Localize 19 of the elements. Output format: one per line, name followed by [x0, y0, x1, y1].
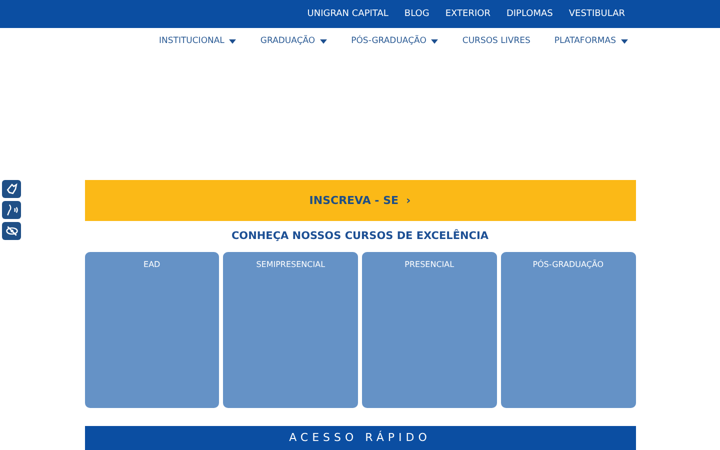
top-link[interactable]: UNIGRAN CAPITAL [307, 9, 388, 19]
nav-item[interactable]: GRADUAÇÃO [260, 36, 328, 46]
nav-item[interactable]: PLATAFORMAS [554, 36, 628, 46]
quick-access-bar: ACESSO RÁPIDO [84, 426, 636, 450]
top-link[interactable]: EXTERIOR [445, 9, 490, 19]
caret-icon [320, 38, 328, 44]
caret-icon [620, 38, 628, 44]
caret-icon [229, 38, 236, 44]
nav-item[interactable]: INSTITUCIONAL [159, 36, 236, 46]
top-link[interactable]: DIPLOMAS [506, 9, 553, 19]
section-title: CONHEÇA NOSSOS CURSOS DE EXCELÊNCIA [230, 230, 490, 242]
nav-item[interactable]: CURSOS LIVRES [462, 36, 530, 46]
nav-item[interactable]: PÓS-GRADUAÇÃO [351, 36, 438, 46]
eye-slash-icon[interactable] [2, 222, 21, 240]
caret-icon [431, 38, 438, 44]
signup-banner[interactable]: INSCREVA - SE › [84, 180, 636, 221]
top-link[interactable]: VESTIBULAR [568, 9, 625, 19]
speaking-icon[interactable] [2, 201, 21, 219]
top-link[interactable]: BLOG [404, 9, 430, 19]
